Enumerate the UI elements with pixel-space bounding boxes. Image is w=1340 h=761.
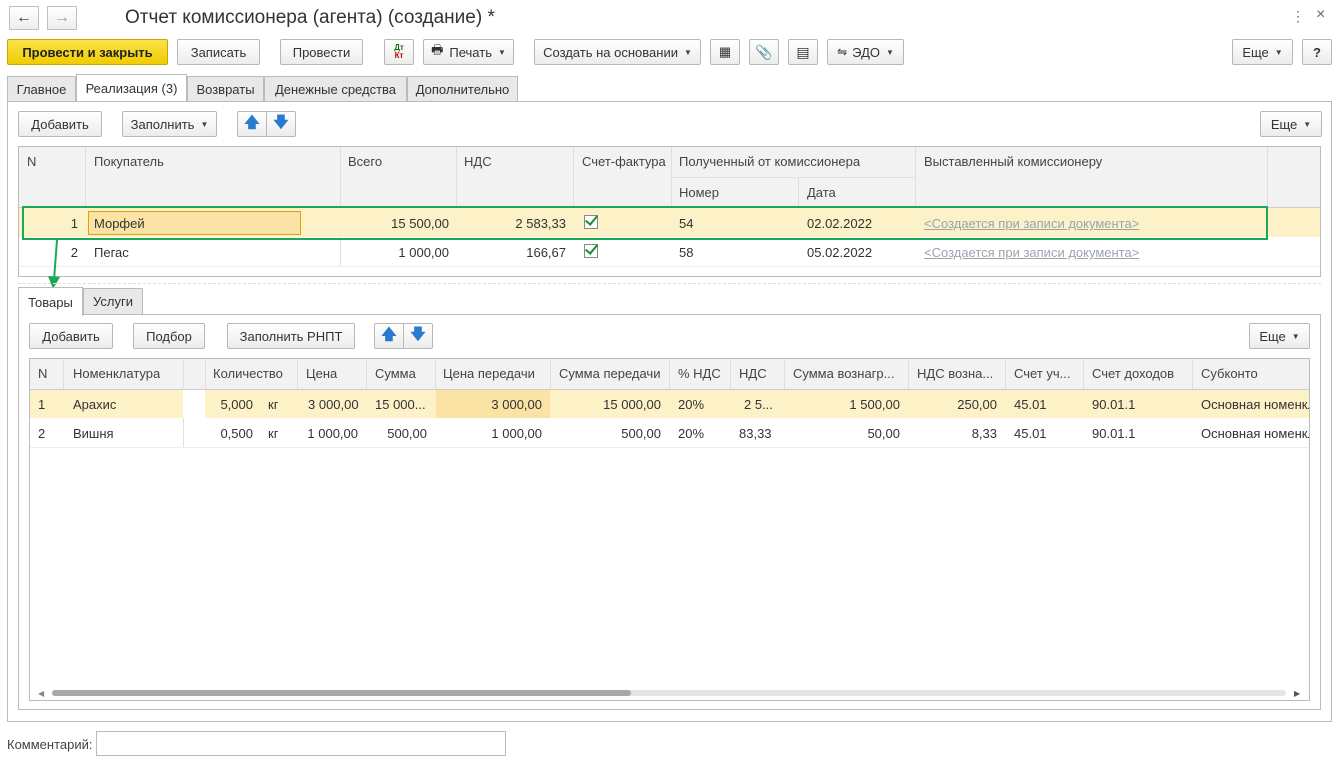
edo-icon: ⇋ [837, 45, 848, 59]
comment-input[interactable] [96, 731, 506, 756]
save-button[interactable]: Записать [177, 39, 260, 65]
dt-kt-icon: Дт Кт [394, 43, 404, 60]
arrow-right-icon: → [54, 9, 70, 26]
sales-move-down-button[interactable]: 🡇 [266, 111, 296, 137]
col-reward-vat[interactable]: НДС возна... [917, 366, 1002, 381]
tab-services[interactable]: Услуги [83, 288, 143, 314]
close-icon[interactable]: × [1316, 6, 1325, 24]
more-button[interactable]: Еще ▼ [1232, 39, 1293, 65]
chevron-down-icon: ▼ [1291, 331, 1300, 341]
col-vat[interactable]: НДС [739, 366, 767, 381]
col-subconto[interactable]: Субконто [1201, 366, 1258, 381]
goods-move-down-button[interactable]: 🡇 [403, 323, 433, 349]
col-n[interactable]: N [27, 154, 36, 169]
sales-fill-button[interactable]: Заполнить ▼ [122, 111, 217, 137]
tab-goods[interactable]: Товары [18, 287, 83, 316]
col-qty[interactable]: Количество [213, 366, 283, 381]
col-price[interactable]: Цена [306, 366, 337, 381]
chevron-down-icon: ▼ [885, 47, 894, 57]
chevron-down-icon: ▼ [1303, 119, 1312, 129]
arrow-left-icon: ← [16, 9, 32, 26]
tab-returns[interactable]: Возвраты [187, 76, 264, 102]
edo-button[interactable]: ⇋ ЭДО ▼ [827, 39, 904, 65]
highlight-frame [22, 206, 1268, 240]
col-income-account[interactable]: Счет доходов [1092, 366, 1174, 381]
create-based-on-button[interactable]: Создать на основании ▼ [534, 39, 701, 65]
invoice-checkbox[interactable] [584, 244, 598, 258]
goods-more-button[interactable]: Еще ▼ [1249, 323, 1310, 349]
paperclip-icon: 📎 [755, 43, 773, 60]
col-vat[interactable]: НДС [464, 154, 492, 169]
goods-add-button[interactable]: Добавить [29, 323, 113, 349]
chevron-down-icon: ▼ [1274, 47, 1283, 57]
scrollbar-thumb[interactable] [52, 690, 631, 696]
chevron-down-icon: ▼ [497, 47, 506, 57]
col-buyer[interactable]: Покупатель [94, 154, 164, 169]
chevron-down-icon: ▼ [683, 47, 692, 57]
col-date[interactable]: Дата [807, 185, 836, 200]
col-transfer-sum[interactable]: Сумма передачи [559, 366, 660, 381]
col-item[interactable]: Номенклатура [73, 366, 160, 381]
col-sum[interactable]: Сумма [375, 366, 416, 381]
post-button[interactable]: Провести [280, 39, 363, 65]
scroll-right-icon[interactable]: ▶ [1294, 689, 1300, 698]
fill-rnpt-button[interactable]: Заполнить РНПТ [227, 323, 355, 349]
back-button[interactable]: ← [9, 6, 39, 30]
col-account[interactable]: Счет уч... [1014, 366, 1080, 381]
arrow-up-icon: 🡅 [244, 113, 260, 131]
goods-move-up-button[interactable]: 🡅 [374, 323, 404, 349]
dt-kt-button[interactable]: Дт Кт [384, 39, 414, 65]
col-issued[interactable]: Выставленный комиссионеру [924, 154, 1102, 169]
col-total[interactable]: Всего [348, 154, 382, 169]
structure-button[interactable]: ▦ [710, 39, 740, 65]
chevron-down-icon: ▼ [200, 119, 209, 129]
tab-sales[interactable]: Реализация (3) [76, 74, 187, 102]
arrow-up-icon: 🡅 [381, 325, 397, 343]
post-and-close-button[interactable]: Провести и закрыть [7, 39, 168, 65]
issued-invoice-link[interactable]: <Создается при записи документа> [924, 245, 1264, 260]
sales-move-up-button[interactable]: 🡅 [237, 111, 267, 137]
sales-table-header [19, 147, 1320, 207]
arrow-down-icon: 🡇 [410, 325, 426, 343]
col-reward-sum[interactable]: Сумма вознагр... [793, 366, 903, 381]
col-received-group[interactable]: Полученный от комиссионера [679, 154, 860, 169]
report-button[interactable]: ▤ [788, 39, 818, 65]
scroll-left-icon[interactable]: ◀ [38, 689, 44, 698]
help-button[interactable]: ? [1302, 39, 1332, 65]
col-n[interactable]: N [38, 366, 47, 381]
print-button[interactable]: 🖶 Печать ▼ [423, 39, 514, 65]
arrow-down-icon: 🡇 [273, 113, 289, 131]
tab-additional[interactable]: Дополнительно [407, 76, 518, 102]
more-vertical-icon[interactable]: ⋮ [1291, 8, 1305, 25]
attach-button[interactable]: 📎 [749, 39, 779, 65]
document-list-icon: ▤ [796, 43, 810, 60]
forward-button[interactable]: → [47, 6, 77, 30]
tab-main[interactable]: Главное [7, 76, 76, 102]
printer-icon: 🖶 [431, 42, 444, 57]
goods-pick-button[interactable]: Подбор [133, 323, 205, 349]
sales-more-button[interactable]: Еще ▼ [1260, 111, 1322, 137]
window-title: Отчет комиссионера (агента) (создание) * [125, 7, 495, 28]
hierarchy-icon: ▦ [718, 44, 732, 59]
col-invoice[interactable]: Счет-фактура [582, 154, 666, 169]
col-transfer-price[interactable]: Цена передачи [443, 366, 535, 381]
sales-add-button[interactable]: Добавить [18, 111, 102, 137]
comment-label: Комментарий: [7, 737, 93, 752]
tab-money[interactable]: Денежные средства [264, 76, 407, 102]
splitter[interactable] [18, 283, 1321, 284]
col-vat-rate[interactable]: % НДС [678, 366, 721, 381]
col-number[interactable]: Номер [679, 185, 719, 200]
